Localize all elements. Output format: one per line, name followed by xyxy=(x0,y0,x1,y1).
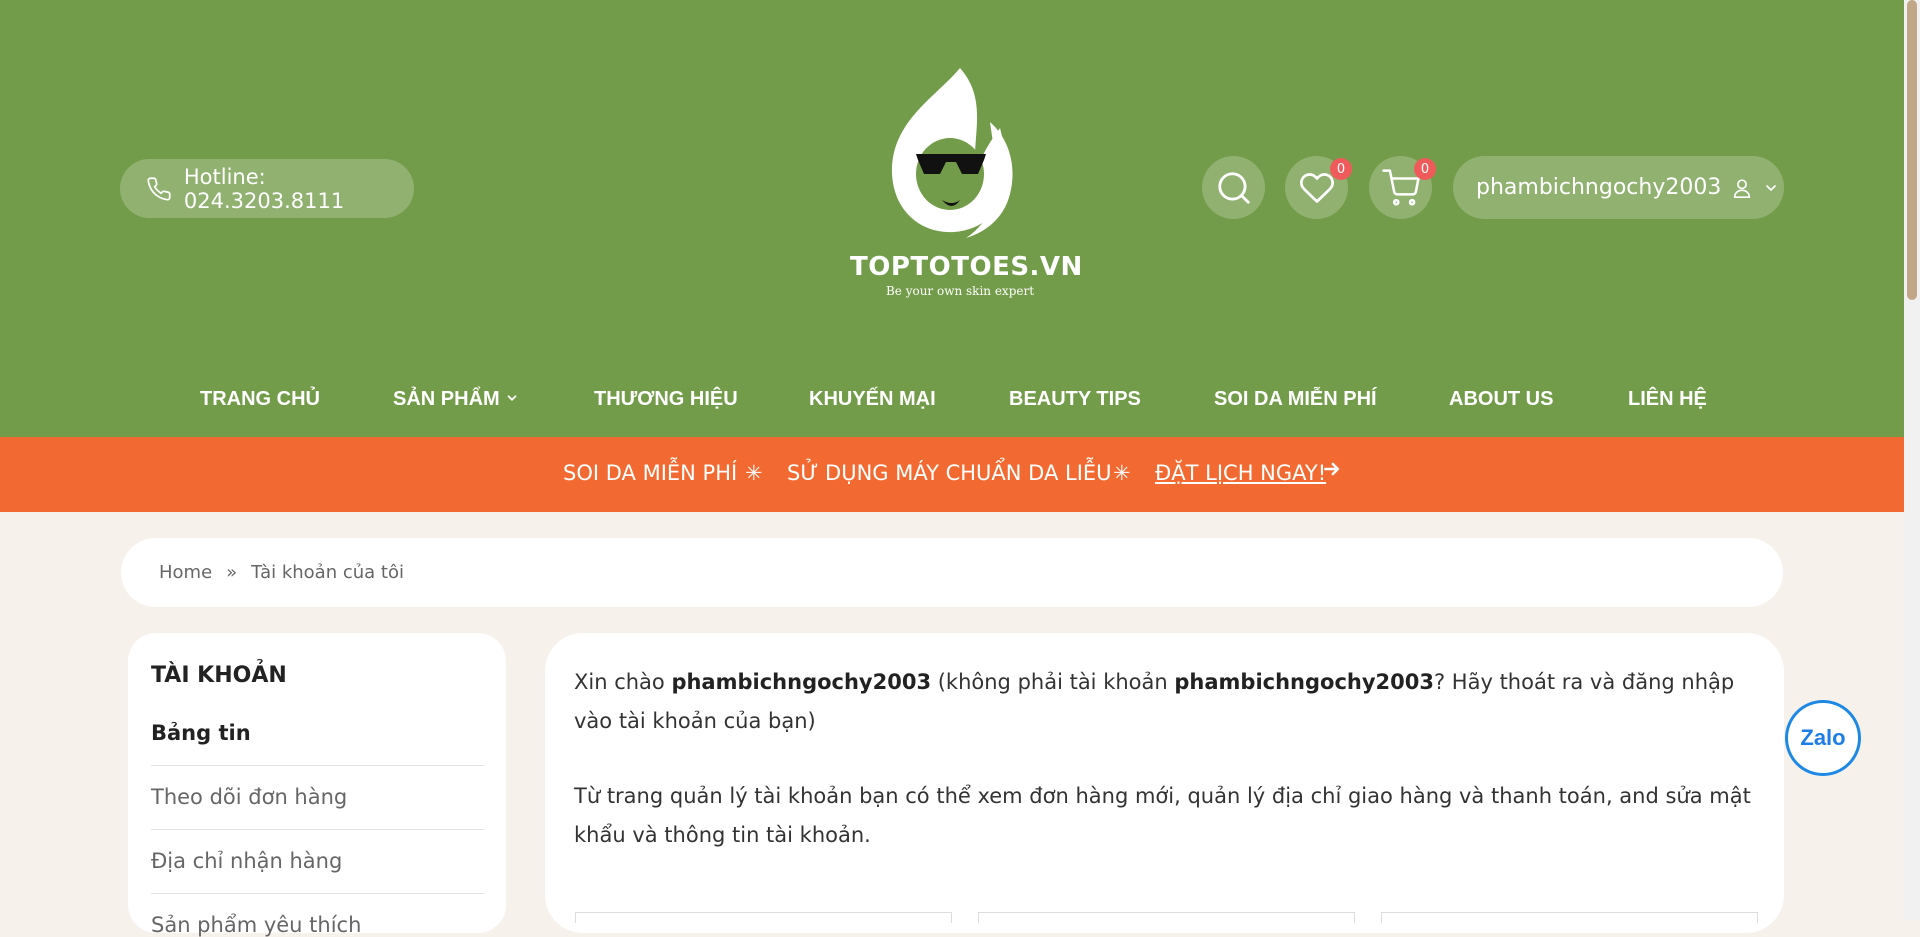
sidebar-item-addresses[interactable]: Địa chỉ nhận hàng xyxy=(151,849,484,873)
divider xyxy=(151,829,484,830)
nav-item-brands[interactable]: THƯƠNG HIỆU xyxy=(594,388,738,411)
brand-name: TOPTOTOES.VN xyxy=(850,252,1083,282)
main-navigation: TRANG CHỦ SẢN PHẨM THƯƠNG HIỆU KHUYẾN MẠ… xyxy=(0,370,1904,430)
user-icon xyxy=(1734,178,1751,198)
site-logo[interactable]: TOPTOTOES.VN Be your own skin expert xyxy=(850,62,1083,307)
dashboard-intro: Từ trang quản lý tài khoản bạn có thể xe… xyxy=(574,784,1751,847)
breadcrumb-home-link[interactable]: Home xyxy=(159,562,212,583)
account-menu-button[interactable]: phambichngochy2003 xyxy=(1453,156,1784,219)
wishlist-button[interactable]: 0 xyxy=(1285,156,1352,219)
nav-item-beauty-tips[interactable]: BEAUTY TIPS xyxy=(1009,388,1141,411)
nav-item-promotions[interactable]: KHUYẾN MẠI xyxy=(809,388,936,411)
sidebar-item-order-tracking[interactable]: Theo dõi đơn hàng xyxy=(151,785,484,809)
promo-book-now-link[interactable]: ĐẶT LỊCH NGAY! xyxy=(1155,461,1326,485)
breadcrumb-current: Tài khoản của tôi xyxy=(251,562,404,583)
brand-tagline: Be your own skin expert xyxy=(885,284,1035,298)
sidebar-title: TÀI KHOẢN xyxy=(151,663,287,688)
cart-button[interactable]: 0 xyxy=(1369,156,1436,219)
breadcrumb-separator: » xyxy=(226,562,238,583)
nav-item-home[interactable]: TRANG CHỦ xyxy=(200,388,320,411)
zalo-chat-button[interactable]: Zalo xyxy=(1785,700,1861,776)
nav-item-about[interactable]: ABOUT US xyxy=(1449,388,1553,411)
nav-item-products[interactable]: SẢN PHẨM xyxy=(393,388,519,411)
dashboard-card[interactable] xyxy=(1381,912,1758,923)
sidebar-item-wishlist[interactable]: Sản phẩm yêu thích xyxy=(151,913,484,937)
greeting-middle: (không phải tài khoản xyxy=(931,670,1175,694)
sidebar-item-dashboard[interactable]: Bảng tin xyxy=(151,721,484,745)
wishlist-count-badge: 0 xyxy=(1330,158,1352,180)
nav-item-skin-analysis[interactable]: SOI DA MIỄN PHÍ xyxy=(1214,388,1377,411)
greeting-text: Xin chào phambichngochy2003 (không phải … xyxy=(574,663,1764,741)
account-username: phambichngochy2003 xyxy=(1476,175,1722,200)
breadcrumb: Home » Tài khoản của tôi xyxy=(121,538,1783,607)
dashboard-card[interactable] xyxy=(575,912,952,923)
zalo-label: Zalo xyxy=(1800,725,1846,750)
hotline-button[interactable]: Hotline: 024.3203.8111 xyxy=(120,159,414,218)
account-sidebar: TÀI KHOẢN Bảng tin Theo dõi đơn hàng Địa… xyxy=(128,633,506,937)
promo-bar: SOI DA MIỄN PHÍ ✳ SỬ DỤNG MÁY CHUẨN DA L… xyxy=(0,437,1904,512)
dashboard-card[interactable] xyxy=(978,912,1355,923)
scrollbar-thumb[interactable] xyxy=(1907,0,1917,300)
nav-item-products-label: SẢN PHẨM xyxy=(393,388,500,410)
heart-icon xyxy=(1299,172,1334,203)
chevron-down-icon xyxy=(1766,184,1777,191)
chevron-down-icon xyxy=(507,395,517,401)
page-scrollbar[interactable] xyxy=(1904,0,1920,920)
search-button[interactable] xyxy=(1202,156,1265,219)
sparkle-icon: ✳ xyxy=(745,461,763,485)
greeting-username: phambichngochy2003 xyxy=(671,670,932,694)
greeting-prefix: Xin chào xyxy=(574,670,672,694)
promo-text-2: SỬ DỤNG MÁY CHUẨN DA LIỄU xyxy=(787,461,1112,485)
arrow-right-icon[interactable] xyxy=(1322,459,1342,484)
hotline-text: Hotline: 024.3203.8111 xyxy=(183,164,345,213)
nav-item-contact[interactable]: LIÊN HỆ xyxy=(1628,388,1707,411)
cart-count-badge: 0 xyxy=(1414,158,1436,180)
greeting-username-2: phambichngochy2003 xyxy=(1174,670,1434,694)
promo-text-1: SOI DA MIỄN PHÍ xyxy=(563,461,738,485)
search-icon xyxy=(1217,171,1250,204)
logo-mark xyxy=(891,68,1013,238)
account-dashboard: Xin chào phambichngochy2003 (không phải … xyxy=(545,633,1784,933)
sparkle-icon: ✳ xyxy=(1113,461,1131,485)
divider xyxy=(151,893,484,894)
phone-icon xyxy=(147,176,171,201)
divider xyxy=(151,765,484,766)
site-header: Hotline: 024.3203.8111 TOPTOTOES.VN Be y… xyxy=(0,0,1904,437)
cart-icon xyxy=(1381,168,1420,206)
